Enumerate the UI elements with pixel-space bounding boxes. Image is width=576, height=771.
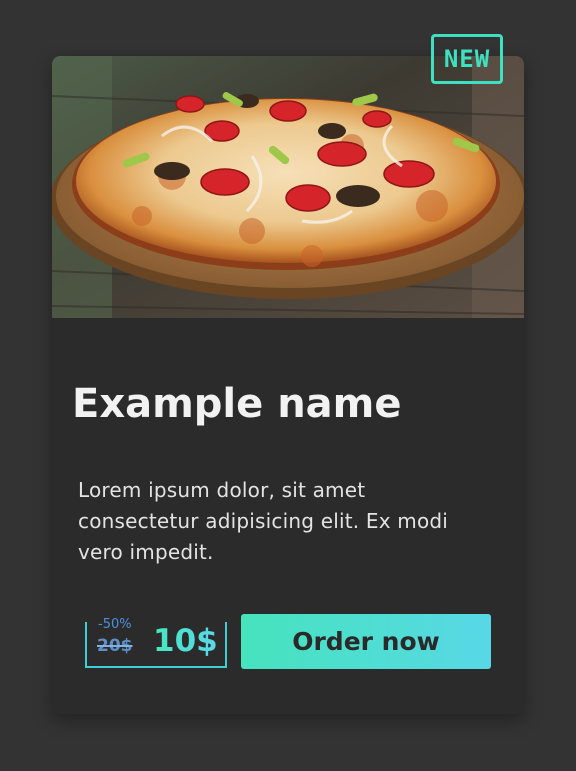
old-price: 20$: [97, 636, 133, 656]
product-image: [52, 56, 524, 318]
product-card: Example name Lorem ipsum dolor, sit amet…: [52, 56, 524, 714]
price-box: -50% 20$ 10$: [85, 618, 227, 668]
order-now-button[interactable]: Order now: [241, 614, 491, 669]
new-price: 10$: [153, 623, 218, 659]
discount-label: -50%: [98, 617, 132, 632]
pizza-photo-icon: [52, 56, 524, 318]
new-badge: NEW: [431, 34, 503, 84]
product-title: Example name: [72, 381, 402, 427]
product-description: Lorem ipsum dolor, sit amet consectetur …: [78, 478, 449, 564]
